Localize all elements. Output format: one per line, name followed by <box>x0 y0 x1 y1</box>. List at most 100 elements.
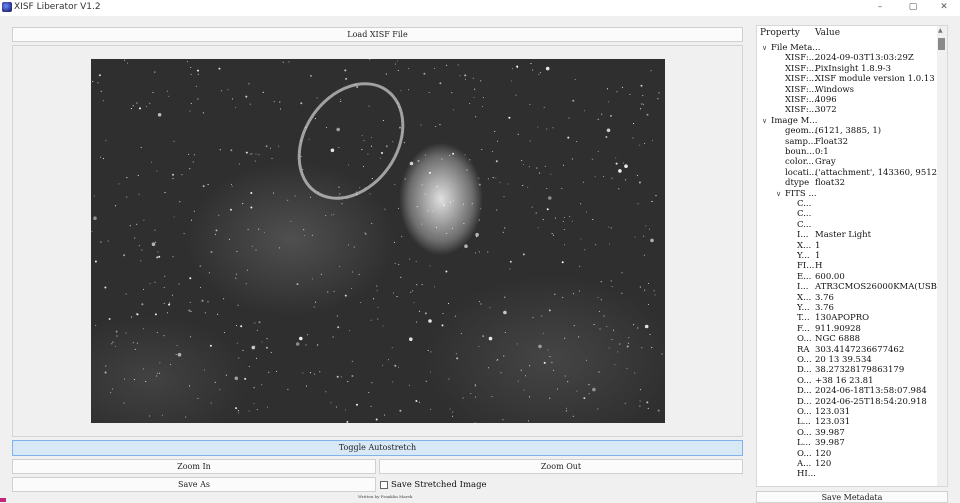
tree-row-key: C... <box>797 199 812 209</box>
title-bar: XISF Liberator V1.2 – ▢ ✕ <box>0 0 960 16</box>
tree-row-value: 120 <box>815 448 832 459</box>
tree-row[interactable]: O... 123.031 <box>757 407 937 418</box>
tree-row[interactable]: Y... 3.76 <box>757 303 937 314</box>
tree-row[interactable]: XISF:... 4096 <box>757 95 937 106</box>
tree-row[interactable]: geom... (6121, 3885, 1) <box>757 126 937 137</box>
tree-row-key: HI... <box>797 469 816 480</box>
metadata-tree[interactable]: Property Value ∨ File Meta... XISF:... 2024… <box>756 25 948 487</box>
tree-row-key: locati... <box>785 167 817 178</box>
tree-row-value: 39.987 <box>815 427 845 438</box>
tree-scroll-thumb[interactable] <box>938 38 945 50</box>
scroll-up-arrow-icon[interactable]: ▲ <box>938 27 943 34</box>
tree-row-value: ATR3CMOS26000KMA(USB2.0) <box>815 282 948 293</box>
close-button[interactable]: ✕ <box>928 0 960 16</box>
author-credit: Written by Franklin Marek <box>358 494 413 499</box>
tree-row[interactable]: ∨ FITS ... <box>757 189 937 200</box>
maximize-button[interactable]: ▢ <box>897 0 929 16</box>
tree-scrollbar[interactable] <box>937 26 947 486</box>
tree-row-key: File Meta... <box>771 43 821 53</box>
tree-row[interactable]: XISF:... Windows <box>757 85 937 96</box>
tree-row-key: D... <box>797 396 812 407</box>
tree-row-key: O... <box>797 375 812 386</box>
tree-row[interactable]: X... 1 <box>757 241 937 252</box>
astro-image[interactable] <box>91 59 665 423</box>
load-xisf-button[interactable]: Load XISF File <box>12 27 743 42</box>
tree-row[interactable]: XISF:... XISF module version 1.0.13 <box>757 74 937 85</box>
tree-row[interactable]: D... 2024-06-18T13:58:07.984 <box>757 386 937 397</box>
tree-row-key: I... <box>797 282 809 293</box>
tree-row[interactable]: C... <box>757 199 937 210</box>
tree-row-key: XISF:... <box>785 74 817 85</box>
tree-row-key: geom... <box>785 126 817 137</box>
tree-row-key: D... <box>797 365 812 376</box>
save-stretched-checkbox[interactable] <box>380 481 388 489</box>
tree-row[interactable]: FI... H <box>757 261 937 272</box>
tree-row[interactable]: samp... Float32 <box>757 137 937 148</box>
tree-row[interactable]: boun... 0:1 <box>757 147 937 158</box>
save-metadata-button[interactable]: Save Metadata <box>756 491 948 503</box>
tree-row[interactable]: O... 20 13 39.534 <box>757 355 937 366</box>
tree-row-value: Master Light <box>815 230 872 241</box>
property-column-header[interactable]: Property <box>760 28 800 38</box>
tree-row-key: F... <box>797 323 810 334</box>
tree-row-value: 0:1 <box>815 147 829 157</box>
tree-row-key: O... <box>797 355 812 365</box>
tree-row[interactable]: O... 120 <box>757 449 937 460</box>
tree-row-key: XISF:... <box>785 95 817 105</box>
tree-row[interactable]: RA 303.4147236677462 <box>757 345 937 356</box>
value-column-header[interactable]: Value <box>815 28 840 38</box>
tree-row[interactable]: XISF:... 3072 <box>757 105 937 116</box>
tree-row-value: 1 <box>815 240 821 251</box>
zoom-out-button[interactable]: Zoom Out <box>379 459 743 474</box>
tree-row-key: X... <box>797 240 812 251</box>
tree-row[interactable]: Y... 1 <box>757 251 937 262</box>
tree-row-key: O... <box>797 448 812 459</box>
tree-row[interactable]: L... 39.987 <box>757 438 937 449</box>
tree-row[interactable]: XISF:... 2024-09-03T13:03:29Z <box>757 53 937 64</box>
tree-row[interactable]: D... 2024-06-25T18:54:20.918 <box>757 397 937 408</box>
tree-row[interactable]: O... NGC 6888 <box>757 334 937 345</box>
tree-row[interactable]: I... Master Light <box>757 230 937 241</box>
tree-row[interactable]: C... <box>757 209 937 220</box>
tree-row-value: 2024-06-25T18:54:20.918 <box>815 396 927 407</box>
minimize-button[interactable]: – <box>864 0 896 16</box>
zoom-in-button[interactable]: Zoom In <box>12 459 376 474</box>
tree-row-key: E... <box>797 271 812 282</box>
tree-row[interactable]: locati... ('attachment', 143360, 951203..… <box>757 167 947 179</box>
expand-chevron-icon[interactable]: ∨ <box>762 116 767 127</box>
tree-row-value: (6121, 3885, 1) <box>815 126 882 137</box>
tree-row-key: XISF:... <box>785 53 817 64</box>
tree-row-key: samp... <box>785 136 817 147</box>
tree-row[interactable]: X... 3.76 <box>757 293 937 304</box>
tree-row[interactable]: O... +38 16 23.81 <box>757 376 937 387</box>
tree-row[interactable]: A... 120 <box>757 459 937 470</box>
tree-row[interactable]: ∨ File Meta... <box>757 43 937 54</box>
tree-row-value: Float32 <box>815 136 849 147</box>
window-title: XISF Liberator V1.2 <box>14 2 101 12</box>
save-as-button[interactable]: Save As <box>12 477 376 492</box>
tree-row-key: D... <box>797 386 812 397</box>
tree-row[interactable]: C... <box>757 220 937 231</box>
tree-row[interactable]: L... 123.031 <box>757 417 937 428</box>
tree-row-value: 123.031 <box>815 407 851 417</box>
tree-row[interactable]: F... 911.90928 <box>757 324 937 335</box>
tree-row-value: float32 <box>815 178 846 189</box>
tree-row-key: O... <box>797 334 812 345</box>
tree-row-key: A... <box>797 459 812 469</box>
tree-row[interactable]: color... Gray <box>757 157 937 168</box>
tree-row[interactable]: I... ATR3CMOS26000KMA(USB2.0) <box>757 282 947 293</box>
tree-row[interactable]: dtype float32 <box>757 178 937 189</box>
tree-row[interactable]: T... 130APOPRO <box>757 313 937 324</box>
tree-row[interactable]: XISF:... PixInsight 1.8.9-3 <box>757 64 937 75</box>
expand-chevron-icon[interactable]: ∨ <box>762 43 767 54</box>
tree-row[interactable]: HI... <box>757 469 937 480</box>
tree-row-value: Gray <box>815 157 836 168</box>
tree-row-value: H <box>815 261 823 272</box>
tree-row-value: 303.4147236677462 <box>815 344 905 355</box>
tree-row-key: Image M... <box>771 115 818 126</box>
app-logo-icon <box>2 2 12 12</box>
tree-row[interactable]: D... 38.27328179863179 <box>757 365 937 376</box>
toggle-autostretch-button[interactable]: Toggle Autostretch <box>12 440 743 456</box>
tree-row[interactable]: O... 39.987 <box>757 428 937 439</box>
expand-chevron-icon[interactable]: ∨ <box>776 189 781 200</box>
